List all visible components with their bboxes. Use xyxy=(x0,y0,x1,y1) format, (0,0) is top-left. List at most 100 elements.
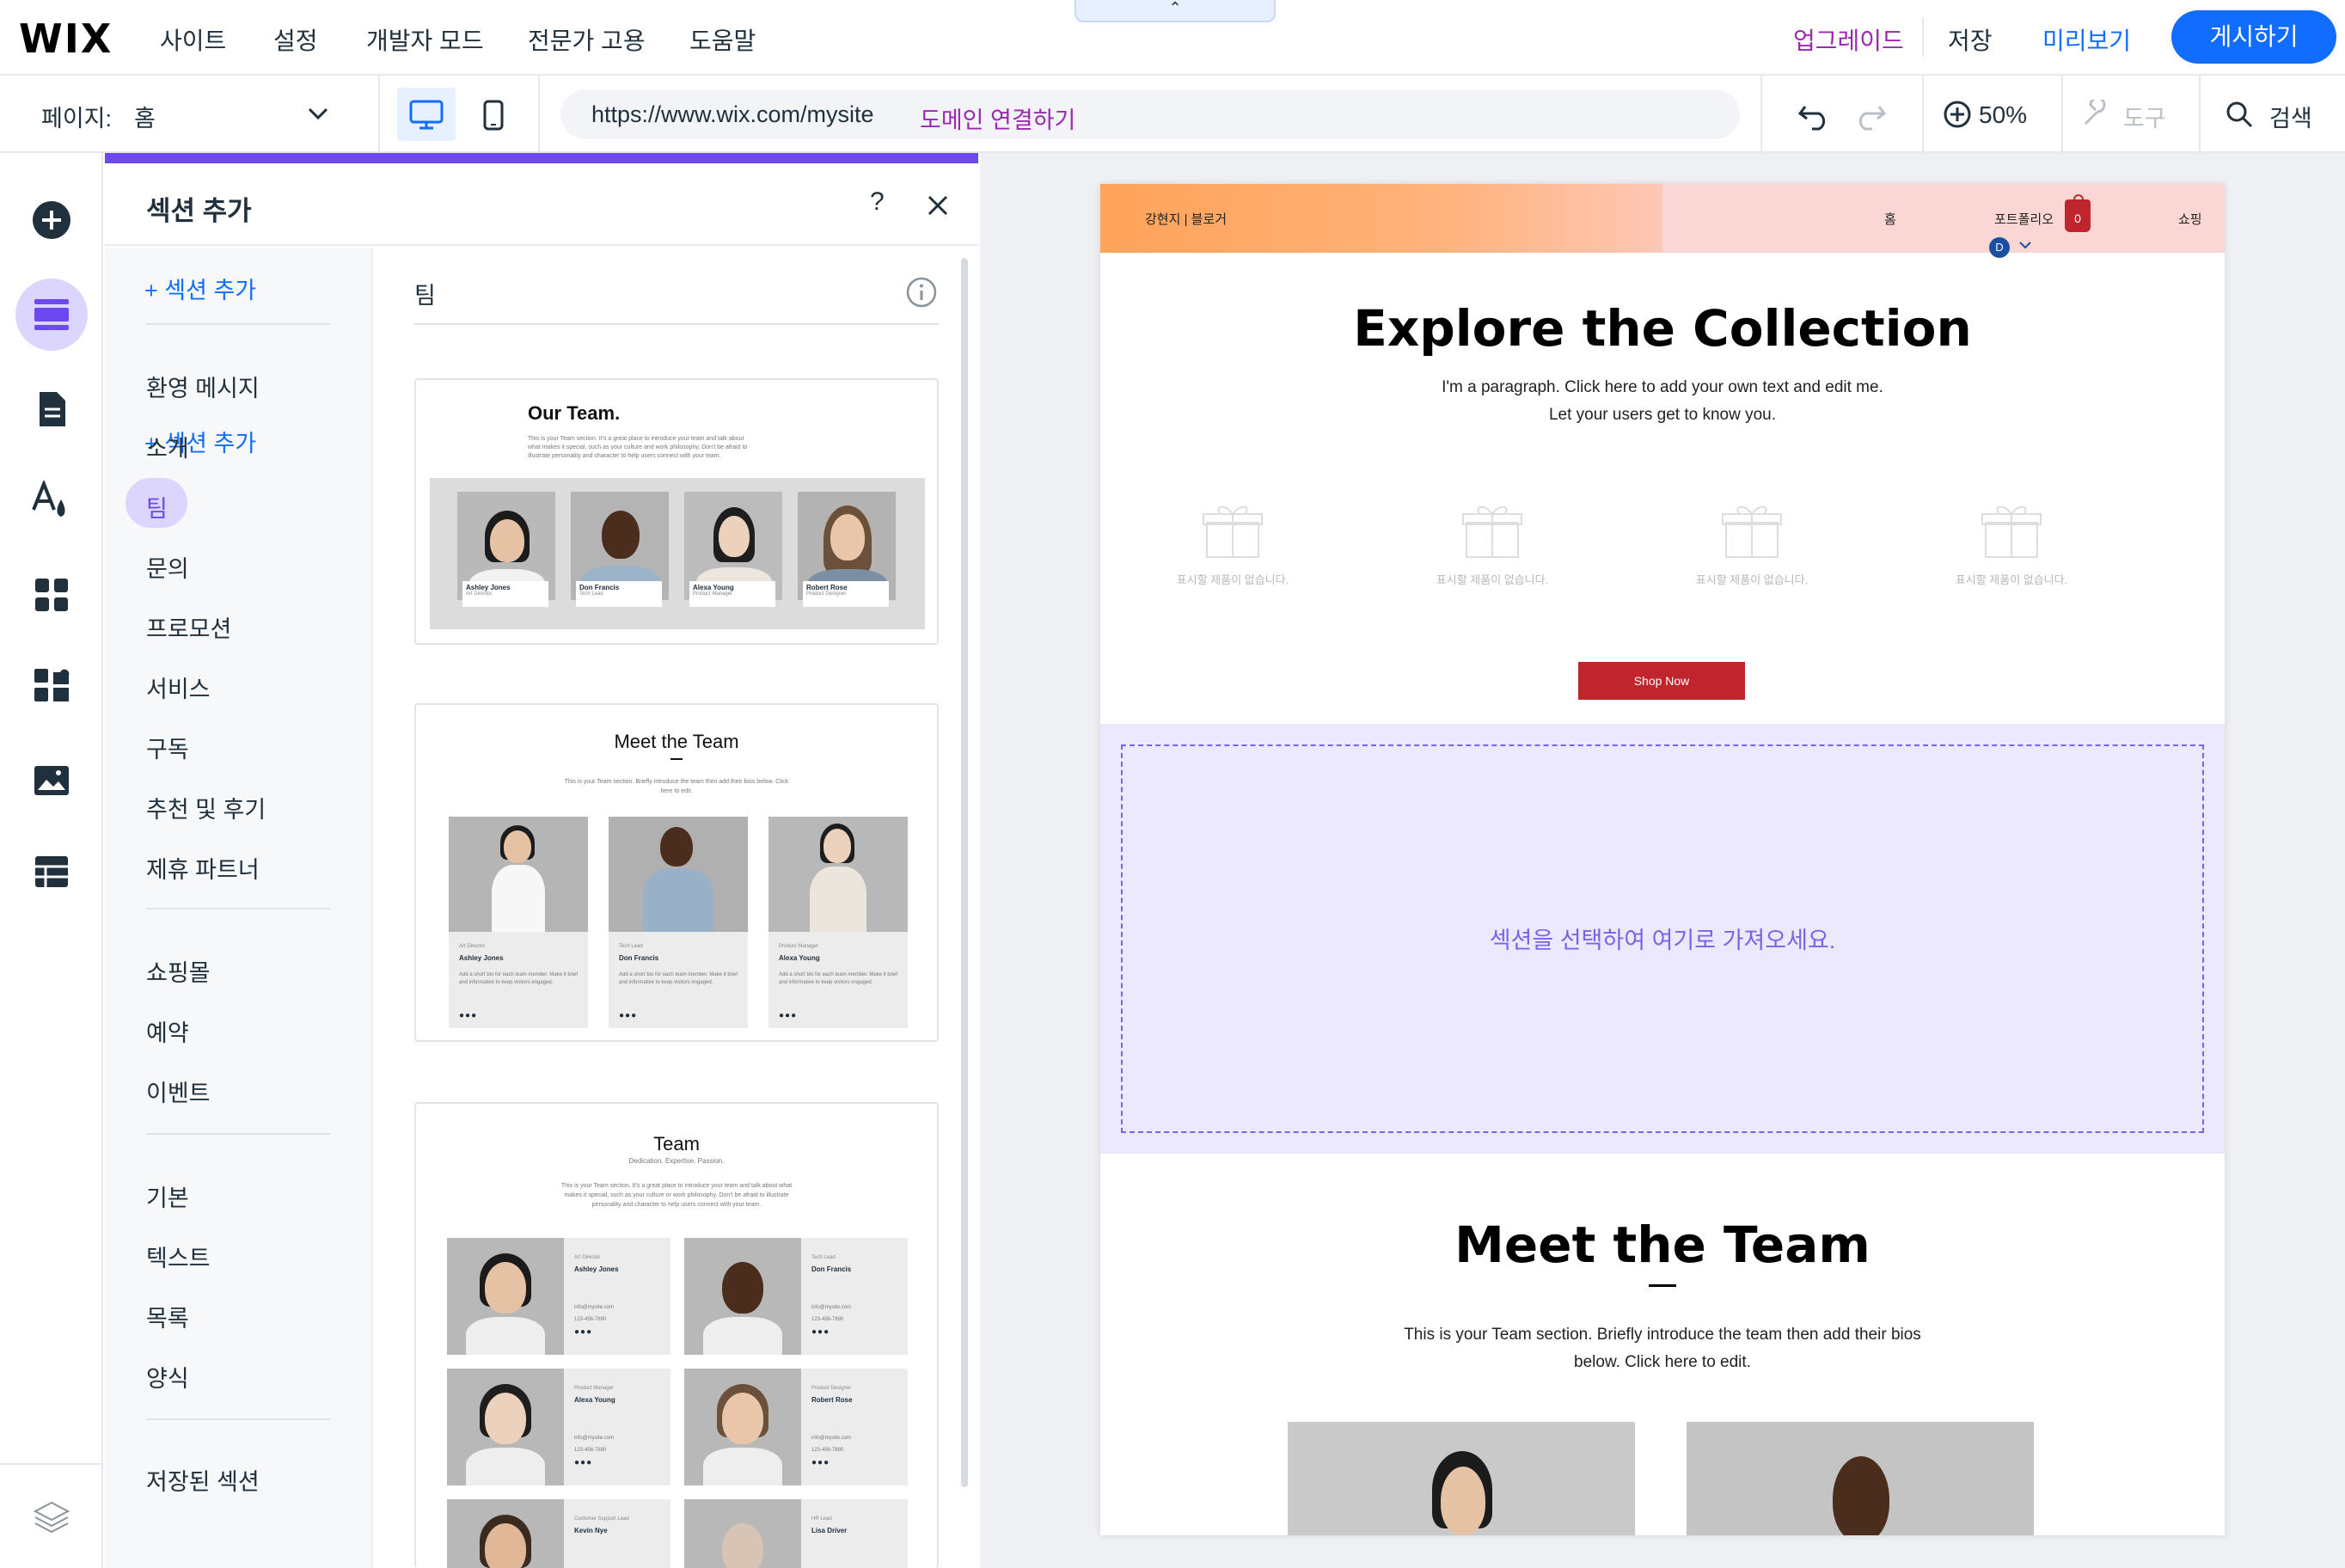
section-card-team-grid[interactable]: Team Dedication. Expertise. Passion. Thi… xyxy=(414,1102,939,1568)
hero-paragraph-2[interactable]: Let your users get to know you. xyxy=(1100,406,2225,425)
member-role: Product Manager xyxy=(693,591,733,597)
menu-dev-mode[interactable]: 개발자 모드 xyxy=(366,22,484,57)
category-forms[interactable]: 양식 xyxy=(146,1360,189,1393)
category-bookings[interactable]: 예약 xyxy=(146,1014,189,1048)
section-card-our-team[interactable]: Our Team. This is your Team section. It'… xyxy=(414,378,939,645)
site-brand[interactable]: 강현지 | 블로거 xyxy=(1145,210,1227,228)
chevron-down-icon[interactable] xyxy=(2018,241,2032,251)
category-store[interactable]: 쇼핑몰 xyxy=(146,954,211,988)
menu-help[interactable]: 도움말 xyxy=(689,22,756,57)
page-selector-value[interactable]: 홈 xyxy=(134,100,156,133)
cms-button[interactable] xyxy=(31,851,72,892)
nav-shop[interactable]: 쇼핑 xyxy=(2178,210,2202,228)
category-basic[interactable]: 기본 xyxy=(146,1179,189,1213)
member-email: info@mysite.com xyxy=(574,1305,615,1310)
apps-grid-icon xyxy=(35,579,68,611)
url-bar[interactable]: https://www.wix.com/mysite 도메인 연결하기 xyxy=(560,89,1740,139)
apps-button[interactable] xyxy=(31,574,72,616)
desktop-view-button[interactable] xyxy=(397,88,456,141)
category-welcome[interactable]: 환영 메시지 xyxy=(146,370,260,403)
section-card-meet-the-team[interactable]: Meet the Team This is your Team section.… xyxy=(414,703,939,1042)
menu-settings[interactable]: 설정 xyxy=(273,22,318,57)
category-services[interactable]: 서비스 xyxy=(146,671,211,704)
nav-home[interactable]: 홈 xyxy=(1884,210,1896,228)
divider xyxy=(146,1418,330,1420)
wrench-icon[interactable] xyxy=(2080,100,2109,129)
menu-hire-expert[interactable]: 전문가 고용 xyxy=(528,22,646,57)
category-list[interactable]: 목록 xyxy=(146,1300,189,1333)
empty-product[interactable]: 표시할 제품이 없습니다. xyxy=(1164,500,1301,603)
empty-product[interactable]: 표시할 제품이 없습니다. xyxy=(1424,500,1561,603)
pages-button[interactable] xyxy=(31,389,72,430)
card-title: Our Team. xyxy=(528,402,621,424)
add-elements-button[interactable] xyxy=(31,199,72,241)
mobile-view-button[interactable] xyxy=(481,88,505,141)
divider xyxy=(146,1133,330,1135)
divider xyxy=(146,323,330,325)
add-section-link[interactable]: + 섹션 추가 xyxy=(144,272,256,305)
tools-button[interactable]: 도구 xyxy=(2123,100,2166,133)
category-promotion[interactable]: 프로모션 xyxy=(146,610,231,644)
team-photo[interactable] xyxy=(1288,1422,1635,1535)
drop-zone[interactable]: 섹션을 선택하여 여기로 가져오세요. xyxy=(1100,724,2225,1154)
collapse-topbar-tab[interactable]: ⌃ xyxy=(1075,0,1276,22)
save-button[interactable]: 저장 xyxy=(1948,22,1993,57)
category-text[interactable]: 텍스트 xyxy=(146,1240,211,1273)
member-bio: Add a short bio for each team member. Ma… xyxy=(619,972,738,985)
preview-button[interactable]: 미리보기 xyxy=(2042,22,2131,57)
category-testimonials[interactable]: 추천 및 후기 xyxy=(146,791,266,824)
wix-logo[interactable]: WIX xyxy=(19,15,113,62)
close-icon[interactable] xyxy=(927,194,949,217)
team-title[interactable]: Meet the Team xyxy=(1100,1216,2225,1274)
member-email: info@mysite.com xyxy=(574,1436,615,1441)
divider xyxy=(538,76,540,153)
search-button[interactable]: 검색 xyxy=(2269,100,2312,133)
hero-title[interactable]: Explore the Collection xyxy=(1100,299,2225,358)
help-icon[interactable]: ? xyxy=(870,187,885,217)
social-icons: ●●● xyxy=(811,1458,830,1467)
member-email: info@mysite.com xyxy=(811,1436,852,1441)
member-name: Ashley Jones xyxy=(574,1265,619,1273)
team-photo[interactable] xyxy=(1687,1422,2034,1535)
hero-paragraph-1[interactable]: I'm a paragraph. Click here to add your … xyxy=(1100,378,2225,397)
social-icons: ●●● xyxy=(459,1011,478,1020)
member-avatar[interactable]: D xyxy=(1989,237,2010,258)
member-name: Alexa Young xyxy=(574,1396,615,1404)
upgrade-link[interactable]: 업그레이드 xyxy=(1793,22,1904,57)
nav-portfolio[interactable]: 포트폴리오 xyxy=(1994,210,2054,228)
category-contact[interactable]: 문의 xyxy=(146,550,189,584)
team-paragraph-2[interactable]: below. Click here to edit. xyxy=(1100,1353,2225,1372)
layers-button[interactable] xyxy=(31,1496,72,1537)
chevron-down-icon[interactable] xyxy=(306,105,330,122)
panel-scrollbar[interactable] xyxy=(961,258,968,1487)
member-photo xyxy=(768,817,908,932)
team-grid-card: Art Director Ashley Jones info@mysite.com 1… xyxy=(447,1238,670,1355)
empty-product[interactable]: 표시할 제품이 없습니다. xyxy=(1683,500,1821,603)
search-icon[interactable] xyxy=(2225,100,2254,129)
panel-accent-bar xyxy=(105,153,978,163)
category-about[interactable]: 소개 xyxy=(146,430,189,463)
member-photo xyxy=(684,1499,801,1568)
category-saved-sections[interactable]: 저장된 섹션 xyxy=(146,1463,260,1497)
zoom-level[interactable]: 50% xyxy=(1979,101,2027,129)
redo-icon[interactable] xyxy=(1853,98,1888,131)
media-button[interactable] xyxy=(31,760,72,801)
design-button[interactable] xyxy=(31,480,72,521)
info-icon[interactable] xyxy=(906,277,937,308)
menu-site[interactable]: 사이트 xyxy=(160,22,226,57)
empty-product[interactable]: 표시할 제품이 없습니다. xyxy=(1943,500,2080,603)
category-partners[interactable]: 제휴 파트너 xyxy=(146,851,260,885)
business-apps-button[interactable] xyxy=(31,665,72,707)
category-team[interactable]: 팀 xyxy=(146,490,168,524)
team-paragraph-1[interactable]: This is your Team section. Briefly intro… xyxy=(1100,1326,2225,1344)
shop-now-button[interactable]: Shop Now xyxy=(1578,662,1745,700)
category-subscribe[interactable]: 구독 xyxy=(146,731,189,764)
add-section-rail-button[interactable] xyxy=(15,279,88,351)
undo-icon[interactable] xyxy=(1797,98,1831,131)
member-photo xyxy=(684,1369,801,1485)
connect-domain-link[interactable]: 도메인 연결하기 xyxy=(920,101,1075,135)
member-role: Art Director xyxy=(574,1255,601,1260)
publish-button[interactable]: 게시하기 xyxy=(2171,10,2336,64)
category-events[interactable]: 이벤트 xyxy=(146,1075,211,1108)
zoom-in-icon[interactable] xyxy=(1943,100,1972,129)
